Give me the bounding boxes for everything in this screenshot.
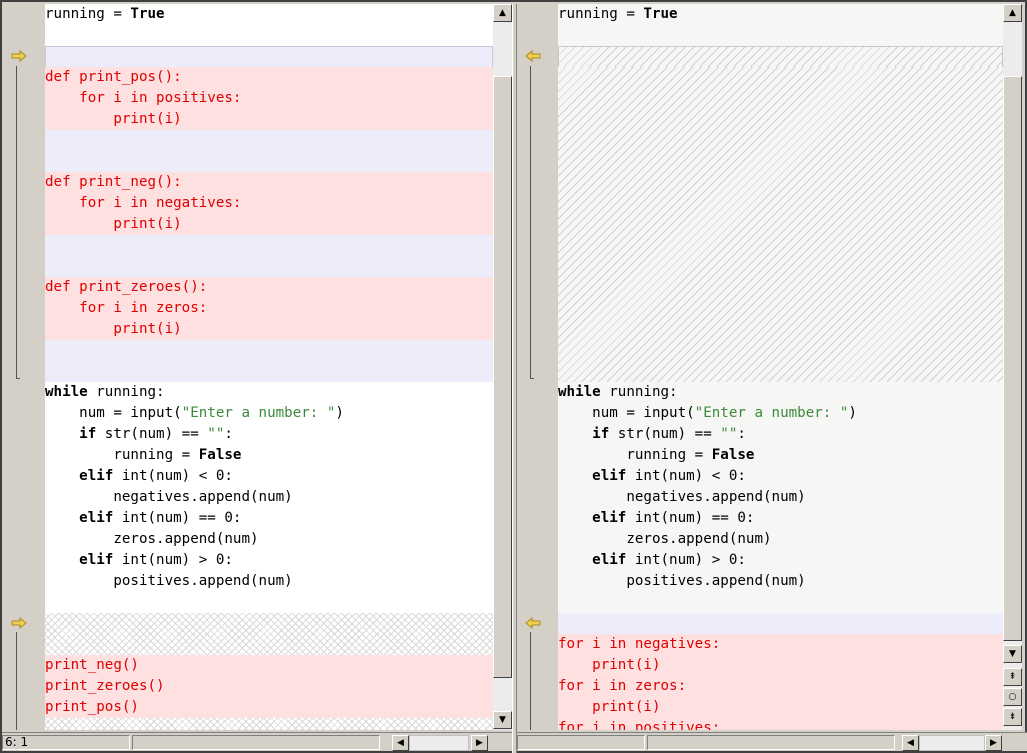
code-line: running = False bbox=[45, 447, 242, 463]
arrow-left-icon[interactable] bbox=[525, 617, 541, 629]
code-line: def print_neg(): bbox=[45, 174, 182, 190]
horizontal-scroll-track[interactable] bbox=[409, 735, 469, 751]
filler-block bbox=[558, 67, 1003, 382]
horizontal-scroll-track[interactable] bbox=[919, 735, 985, 751]
code-line: elif int(num) < 0: bbox=[45, 468, 233, 484]
blank-block bbox=[558, 613, 1003, 634]
code-line: while running: bbox=[45, 384, 165, 400]
code-line: elif int(num) > 0: bbox=[558, 552, 746, 568]
change-bracket bbox=[530, 632, 534, 730]
scroll-thumb[interactable] bbox=[1003, 76, 1022, 641]
code-line: while running: bbox=[558, 384, 678, 400]
scroll-down-button[interactable]: ▼ bbox=[1003, 645, 1022, 663]
while-block: while running: num = input("Enter a numb… bbox=[45, 382, 493, 592]
status-field bbox=[647, 735, 895, 750]
scroll-down-button[interactable]: ▼ bbox=[493, 711, 512, 729]
diff-window: running = True def print_pos(): for i in… bbox=[0, 0, 1027, 753]
right-vertical-scrollbar[interactable]: ▲ ▼ ⇞ ○ ⇟ bbox=[1003, 4, 1022, 730]
code-line: num = input("Enter a number: ") bbox=[558, 405, 857, 421]
code-line: zeros.append(num) bbox=[45, 531, 259, 547]
code-line: print(i) bbox=[45, 216, 182, 232]
scroll-right-button[interactable]: ▶ bbox=[471, 735, 488, 751]
filler-block bbox=[45, 613, 493, 655]
status-field bbox=[517, 735, 645, 750]
code-line: for i in negatives: bbox=[45, 195, 242, 211]
change-bracket bbox=[530, 66, 534, 379]
left-pane: running = True def print_pos(): for i in… bbox=[4, 4, 512, 730]
code-line: if str(num) == "": bbox=[558, 426, 746, 442]
change-bracket bbox=[16, 632, 20, 730]
scroll-left-button[interactable]: ◀ bbox=[392, 735, 409, 751]
scroll-up-button[interactable]: ▲ bbox=[1003, 4, 1022, 22]
code-line: running = False bbox=[558, 447, 755, 463]
code-line: print(i) bbox=[558, 657, 661, 673]
code-line: elif int(num) < 0: bbox=[558, 468, 746, 484]
code-line: running = True bbox=[558, 6, 678, 22]
code-line: print(i) bbox=[45, 111, 182, 127]
code-line: elif int(num) == 0: bbox=[45, 510, 242, 526]
status-field bbox=[132, 735, 380, 750]
blank-block bbox=[45, 130, 493, 172]
cursor-position: 6: 1 bbox=[2, 735, 130, 750]
arrow-right-icon[interactable] bbox=[11, 50, 27, 62]
code-line: for i in positives: bbox=[45, 90, 242, 106]
scroll-up-button[interactable]: ▲ bbox=[493, 4, 512, 22]
right-pane: running = True while running: num = inpu… bbox=[517, 4, 1027, 730]
code-line: def print_zeroes(): bbox=[45, 279, 208, 295]
code-line: print_neg() bbox=[45, 657, 139, 673]
arrow-left-icon[interactable] bbox=[525, 50, 541, 62]
circle-icon[interactable]: ○ bbox=[1003, 688, 1022, 706]
code-line: def print_pos(): bbox=[45, 69, 182, 85]
scroll-left-button[interactable]: ◀ bbox=[902, 735, 919, 751]
left-code-view[interactable]: running = True def print_pos(): for i in… bbox=[45, 4, 493, 730]
code-line: for i in negatives: bbox=[558, 636, 721, 652]
code-line: positives.append(num) bbox=[45, 573, 293, 589]
left-bottom-bar: 6: 1 ◀ ▶ bbox=[2, 732, 512, 751]
code-line: for i in positives: bbox=[558, 720, 721, 730]
code-line: elif int(num) > 0: bbox=[45, 552, 233, 568]
blank-block bbox=[45, 340, 493, 382]
code-line: print_zeroes() bbox=[45, 678, 165, 694]
code-line: for i in zeros: bbox=[558, 678, 687, 694]
scroll-right-button[interactable]: ▶ bbox=[985, 735, 1002, 751]
filler-block bbox=[45, 718, 493, 730]
while-block: while running: num = input("Enter a numb… bbox=[558, 382, 1003, 592]
code-line: negatives.append(num) bbox=[558, 489, 806, 505]
code-line: running = True bbox=[45, 6, 165, 22]
code-line: num = input("Enter a number: ") bbox=[45, 405, 344, 421]
double-up-icon[interactable]: ⇞ bbox=[1003, 668, 1022, 686]
code-line: elif int(num) == 0: bbox=[558, 510, 755, 526]
change-separator bbox=[558, 46, 1003, 68]
right-bottom-bar: ◀ ▶ bbox=[517, 732, 1027, 751]
code-line: print_pos() bbox=[45, 699, 139, 715]
change-separator bbox=[45, 46, 493, 68]
change-bracket bbox=[16, 66, 20, 379]
code-line: if str(num) == "": bbox=[45, 426, 233, 442]
double-down-icon[interactable]: ⇟ bbox=[1003, 708, 1022, 726]
left-gutter bbox=[4, 4, 45, 730]
code-line: zeros.append(num) bbox=[558, 531, 772, 547]
right-code-view[interactable]: running = True while running: num = inpu… bbox=[558, 4, 1003, 730]
code-line: print(i) bbox=[558, 699, 661, 715]
code-line: print(i) bbox=[45, 321, 182, 337]
code-line: for i in zeros: bbox=[45, 300, 208, 316]
blank-block bbox=[45, 235, 493, 277]
arrow-right-icon[interactable] bbox=[11, 617, 27, 629]
right-gutter bbox=[517, 4, 558, 730]
code-line: positives.append(num) bbox=[558, 573, 806, 589]
left-vertical-scrollbar[interactable]: ▲ ▼ bbox=[493, 4, 512, 730]
code-line: negatives.append(num) bbox=[45, 489, 293, 505]
scroll-thumb[interactable] bbox=[493, 76, 512, 678]
